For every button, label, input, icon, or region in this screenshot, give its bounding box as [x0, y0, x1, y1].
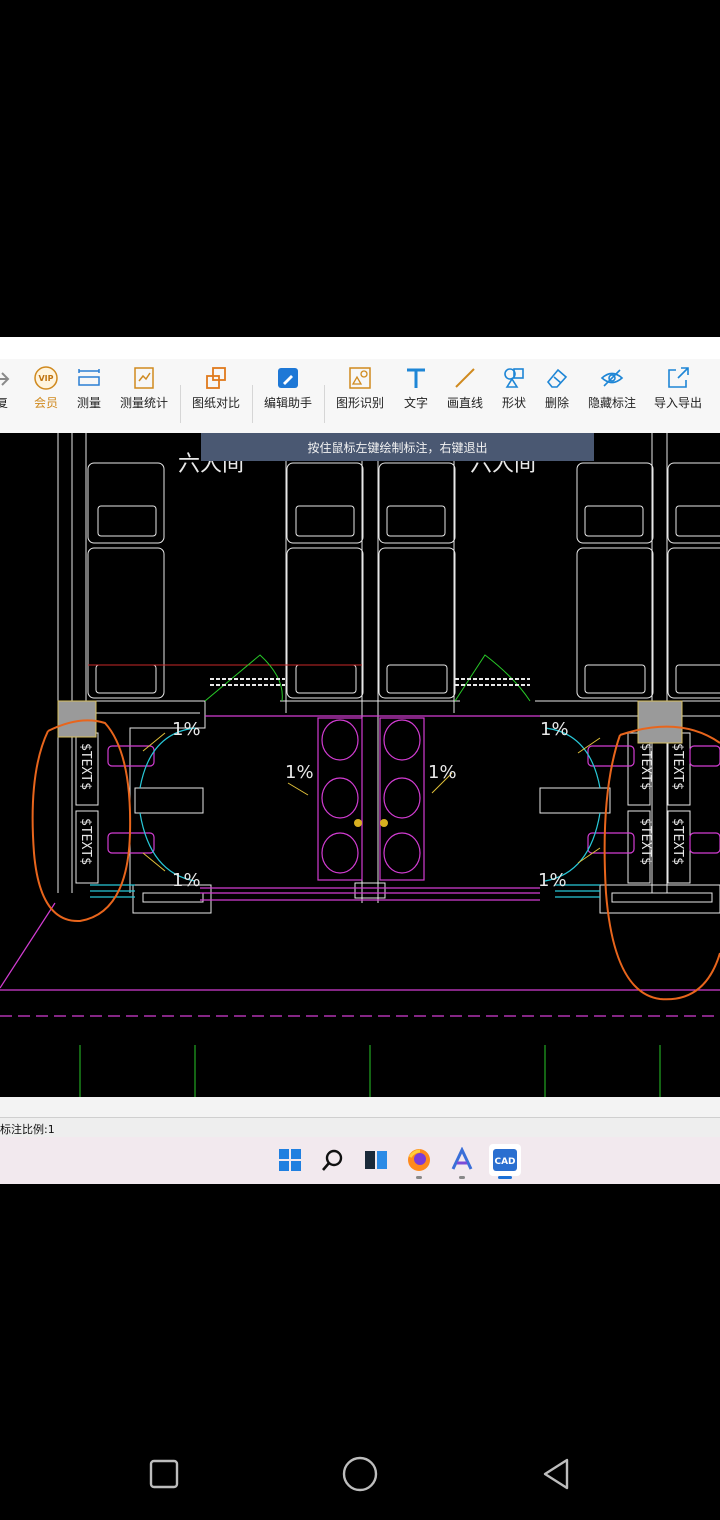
- instruction-tooltip: 按住鼠标左键绘制标注，右键退出: [201, 433, 594, 461]
- title-bar: [0, 337, 720, 359]
- cad-app-window: 复 VIP 会员 测量 测量统计 图纸对比 编辑助手 图形识别 文字 画直线 形…: [0, 337, 720, 1184]
- android-navigation-bar: [0, 1430, 720, 1520]
- compare-icon: [206, 367, 226, 389]
- firefox-icon: [408, 1149, 430, 1171]
- back-triangle-icon: [543, 1458, 569, 1490]
- separator: [252, 385, 253, 423]
- drawing-canvas[interactable]: 六人间 六人间 1% 1% 1% 1% 1% 1% $TEXT$ $TEXT$ …: [0, 433, 720, 1097]
- hatch-lines: [210, 678, 530, 686]
- slope-label: 1%: [540, 719, 569, 740]
- text-tag: $TEXT$: [638, 743, 653, 790]
- drain-marker: [380, 819, 388, 827]
- cad-app-button[interactable]: CAD: [489, 1144, 521, 1179]
- eraser-icon: [546, 368, 568, 388]
- svg-text:VIP: VIP: [38, 374, 53, 383]
- selection-grip[interactable]: [57, 700, 97, 738]
- edit-assistant-icon: [278, 368, 298, 388]
- vip-icon: VIP: [34, 366, 58, 390]
- import-export-button[interactable]: 导入导出: [652, 361, 704, 431]
- firefox-button[interactable]: [403, 1144, 435, 1179]
- app-a-icon: [451, 1147, 473, 1170]
- recent-apps-button[interactable]: [140, 1450, 188, 1498]
- text-tag: $TEXT$: [78, 743, 93, 790]
- cad-app-icon: CAD: [493, 1149, 517, 1171]
- windows-start-icon: [279, 1149, 301, 1171]
- import-export-icon: [668, 367, 689, 388]
- task-view-button[interactable]: [360, 1144, 392, 1176]
- delete-button[interactable]: 删除: [543, 361, 571, 431]
- shapes-icon: [504, 368, 524, 388]
- vip-button[interactable]: VIP 会员: [30, 361, 62, 431]
- line-icon: [455, 368, 475, 388]
- back-button[interactable]: [532, 1450, 580, 1498]
- measure-button[interactable]: 测量: [75, 361, 103, 431]
- text-button[interactable]: 文字: [402, 361, 430, 431]
- compare-button[interactable]: 图纸对比: [190, 361, 242, 431]
- door-swings: [79, 654, 661, 1097]
- windows-start-button[interactable]: [274, 1144, 306, 1176]
- status-bar: 标注比例:1: [0, 1117, 720, 1138]
- separator: [180, 385, 181, 423]
- active-indicator: [498, 1176, 512, 1179]
- svg-text:CAD: CAD: [494, 1157, 515, 1167]
- app-a-button[interactable]: [446, 1144, 478, 1179]
- selection-grip[interactable]: [637, 700, 683, 744]
- slope-label: 1%: [172, 870, 201, 891]
- search-icon: [322, 1149, 343, 1171]
- floor-plan-linework: [57, 433, 720, 914]
- slope-label: 1%: [172, 719, 201, 740]
- hide-annotation-button[interactable]: 隐藏标注: [586, 361, 638, 431]
- slope-label: 1%: [538, 870, 567, 891]
- slope-label: 1%: [285, 762, 314, 783]
- drain-marker: [354, 819, 362, 827]
- draw-line-button[interactable]: 画直线: [445, 361, 485, 431]
- running-indicator: [416, 1176, 422, 1179]
- separator: [324, 385, 325, 423]
- redo-icon: [0, 372, 10, 386]
- measure-stats-icon: [134, 367, 154, 389]
- toolbar: 复 VIP 会员 测量 测量统计 图纸对比 编辑助手 图形识别 文字 画直线 形…: [0, 359, 720, 434]
- running-indicator: [459, 1176, 465, 1179]
- text-icon: [407, 368, 425, 388]
- annotation-scale-label: 标注比例:1: [0, 1123, 55, 1136]
- slope-arrows: [142, 732, 601, 872]
- text-tag: $TEXT$: [670, 743, 685, 790]
- shape-recognition-icon: [349, 367, 371, 389]
- edit-assistant-button[interactable]: 编辑助手: [262, 361, 314, 431]
- hide-eye-icon: [600, 369, 624, 387]
- cad-drawing: 六人间 六人间 1% 1% 1% 1% 1% 1% $TEXT$ $TEXT$ …: [0, 433, 720, 1097]
- text-tag: $TEXT$: [670, 818, 685, 865]
- text-tag: $TEXT$: [638, 818, 653, 865]
- ruler-icon: [78, 369, 100, 386]
- home-button[interactable]: [336, 1450, 384, 1498]
- annotation-circle[interactable]: [603, 725, 720, 1001]
- redo-button[interactable]: 复: [0, 361, 16, 431]
- search-button[interactable]: [317, 1144, 349, 1176]
- taskbar: CAD: [0, 1137, 720, 1184]
- shapes-button[interactable]: 形状: [500, 361, 528, 431]
- slope-label: 1%: [428, 762, 457, 783]
- circle-icon: [342, 1456, 378, 1492]
- measure-stats-button[interactable]: 测量统计: [118, 361, 170, 431]
- task-view-icon: [365, 1151, 387, 1169]
- text-tag: $TEXT$: [78, 818, 93, 865]
- shape-recognition-button[interactable]: 图形识别: [334, 361, 386, 431]
- square-icon: [149, 1459, 179, 1489]
